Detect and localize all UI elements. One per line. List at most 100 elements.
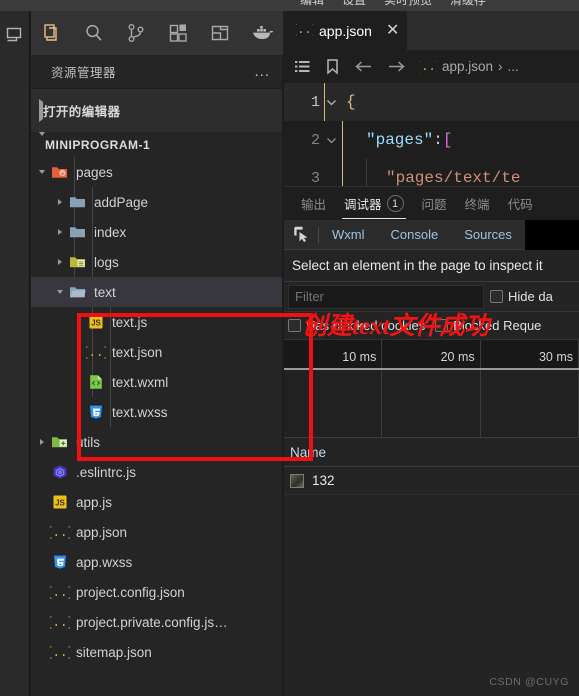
menu-item-edit[interactable]: 编辑 — [300, 0, 324, 8]
network-timeline-body — [284, 370, 579, 438]
tree-item-label: text.json — [112, 344, 163, 360]
code-text: "pages":[ — [366, 131, 453, 149]
panel-tab-3[interactable]: 终端 — [456, 187, 499, 220]
panel-tab-1[interactable]: 调试器 1 — [335, 187, 413, 220]
devtools-pane: Wxml Console Sources Select an element i… — [284, 219, 579, 696]
editor-tab-label: app.json — [319, 23, 372, 39]
svg-text:{..}: {..} — [50, 616, 70, 630]
indent-guide-active — [342, 121, 343, 186]
explorer-header: 资源管理器 ... — [31, 55, 282, 88]
tree-item-label: index — [94, 224, 127, 240]
breadcrumb[interactable]: {..} app.json › ... — [414, 58, 519, 76]
timeline-tick: 10 ms — [284, 340, 383, 368]
tree-file-row[interactable]: app.wxss — [31, 547, 282, 577]
chevron-right-icon[interactable] — [35, 439, 49, 445]
devtools-tab-overflow — [524, 219, 579, 250]
chevron-right-icon[interactable] — [53, 259, 67, 265]
menu-item-settings[interactable]: 设置 — [342, 0, 366, 8]
chevron-right-icon[interactable] — [53, 229, 67, 235]
devtools-tab-sources[interactable]: Sources — [451, 220, 525, 250]
tree-file-row[interactable]: JS app.js — [31, 487, 282, 517]
tree-file-row[interactable]: {..} sitemap.json — [31, 637, 282, 667]
docker-whale-icon[interactable] — [241, 11, 283, 55]
section-open-editors[interactable]: 打开的编辑器 — [31, 88, 282, 132]
tree-item-label: text.js — [112, 314, 148, 330]
tree-file-row[interactable]: text.wxml — [31, 367, 282, 397]
panel-tab-label: 终端 — [464, 198, 490, 212]
tree-folder-row[interactable]: utils — [31, 427, 282, 457]
tree-file-row[interactable]: {..} project.config.json — [31, 577, 282, 607]
code-line[interactable]: 1 { — [284, 83, 579, 121]
chevron-down-icon[interactable] — [53, 290, 67, 294]
close-icon[interactable]: ✕ — [386, 23, 399, 39]
json-file-icon: {..} — [49, 643, 71, 661]
code-line[interactable]: 2 "pages":[ — [284, 121, 579, 159]
tree-item-label: text.wxss — [112, 404, 168, 420]
svg-text:{..}: {..} — [86, 346, 106, 360]
devtools-tab-bar: Wxml Console Sources — [284, 219, 579, 250]
fold-chevron-down-icon[interactable] — [320, 134, 342, 147]
table-cell-name: 132 — [312, 473, 335, 488]
checkbox[interactable] — [490, 290, 503, 303]
tree-item-label: utils — [76, 434, 101, 450]
hide-data-urls-checkbox-row[interactable]: Hide da — [490, 289, 553, 304]
panel-tab-0[interactable]: 输出 — [292, 187, 335, 220]
json-file-icon: {..} — [290, 20, 319, 42]
tree-file-row[interactable]: .eslintrc.js — [31, 457, 282, 487]
json-file-icon: {..} — [85, 343, 107, 361]
menu-item-preview[interactable]: 实时预览 — [384, 0, 432, 8]
chevron-right-icon[interactable] — [53, 199, 67, 205]
code-text: "pages/text/te — [386, 169, 521, 186]
filter-input[interactable] — [288, 284, 484, 309]
explorer-more-actions-icon[interactable]: ... — [254, 64, 270, 79]
table-row[interactable]: 132 — [284, 467, 579, 495]
chevron-down-icon[interactable] — [35, 170, 49, 174]
editor-tab-app-json[interactable]: {..} app.json ✕ — [284, 11, 408, 50]
tree-file-row[interactable]: JS text.js — [31, 307, 282, 337]
source-control-icon[interactable] — [115, 11, 157, 55]
section-project-root[interactable]: MINIPROGRAM-1 — [31, 131, 282, 157]
code-editor[interactable]: 1 { 2 "pages":[ 3 "pages/text/te — [284, 83, 579, 186]
network-table-header[interactable]: Name — [284, 438, 579, 467]
code-line[interactable]: 3 "pages/text/te — [284, 159, 579, 186]
menu-item-clear-cache[interactable]: 清缓存 — [450, 0, 486, 8]
watermark: CSDN @CUYG — [489, 676, 569, 688]
menu-bar: 编辑 设置 实时预览 清缓存 — [0, 0, 579, 11]
tree-file-row[interactable]: {..} app.json — [31, 517, 282, 547]
panel-tab-label: 问题 — [421, 198, 447, 212]
bookmark-icon[interactable] — [325, 58, 340, 75]
tree-folder-row[interactable]: logs — [31, 247, 282, 277]
inspect-element-icon[interactable] — [284, 225, 318, 244]
arrow-right-icon[interactable] — [387, 59, 406, 74]
folder-utils-icon — [49, 433, 71, 451]
tree-folder-row[interactable]: pages — [31, 157, 282, 187]
checkbox[interactable] — [288, 319, 301, 332]
thumbnail-icon — [290, 473, 304, 488]
panel-tab-4[interactable]: 代码 — [499, 187, 542, 220]
simulator-screen-icon[interactable] — [5, 25, 25, 50]
explorer-title: 资源管理器 — [51, 66, 117, 80]
arrow-left-icon[interactable] — [354, 59, 373, 74]
tree-item-label: .eslintrc.js — [76, 464, 137, 480]
panel-tab-label: 输出 — [301, 198, 327, 212]
devtools-tab-console[interactable]: Console — [378, 220, 452, 250]
breadcrumb-file: app.json — [442, 59, 494, 74]
list-outline-icon[interactable] — [294, 58, 311, 75]
tree-folder-row[interactable]: addPage — [31, 187, 282, 217]
layout-split-icon[interactable] — [199, 11, 241, 55]
tree-item-label: project.private.config.js… — [76, 614, 228, 630]
tree-file-row[interactable]: text.wxss — [31, 397, 282, 427]
line-number: 2 — [310, 131, 320, 149]
explorer-icon[interactable] — [31, 11, 73, 55]
search-icon[interactable] — [73, 11, 115, 55]
devtools-tab-wxml[interactable]: Wxml — [319, 220, 378, 250]
tree-folder-row[interactable]: index — [31, 217, 282, 247]
tree-folder-row[interactable]: text — [31, 277, 282, 307]
panel-tab-2[interactable]: 问题 — [413, 187, 456, 220]
tree-file-row[interactable]: {..} text.json — [31, 337, 282, 367]
panel-tab-badge: 1 — [386, 195, 404, 212]
tree-file-row[interactable]: {..} project.private.config.js… — [31, 607, 282, 637]
extensions-icon[interactable] — [157, 11, 199, 55]
tree-item-label: pages — [76, 164, 113, 180]
tab-bar-empty-space — [407, 11, 579, 50]
